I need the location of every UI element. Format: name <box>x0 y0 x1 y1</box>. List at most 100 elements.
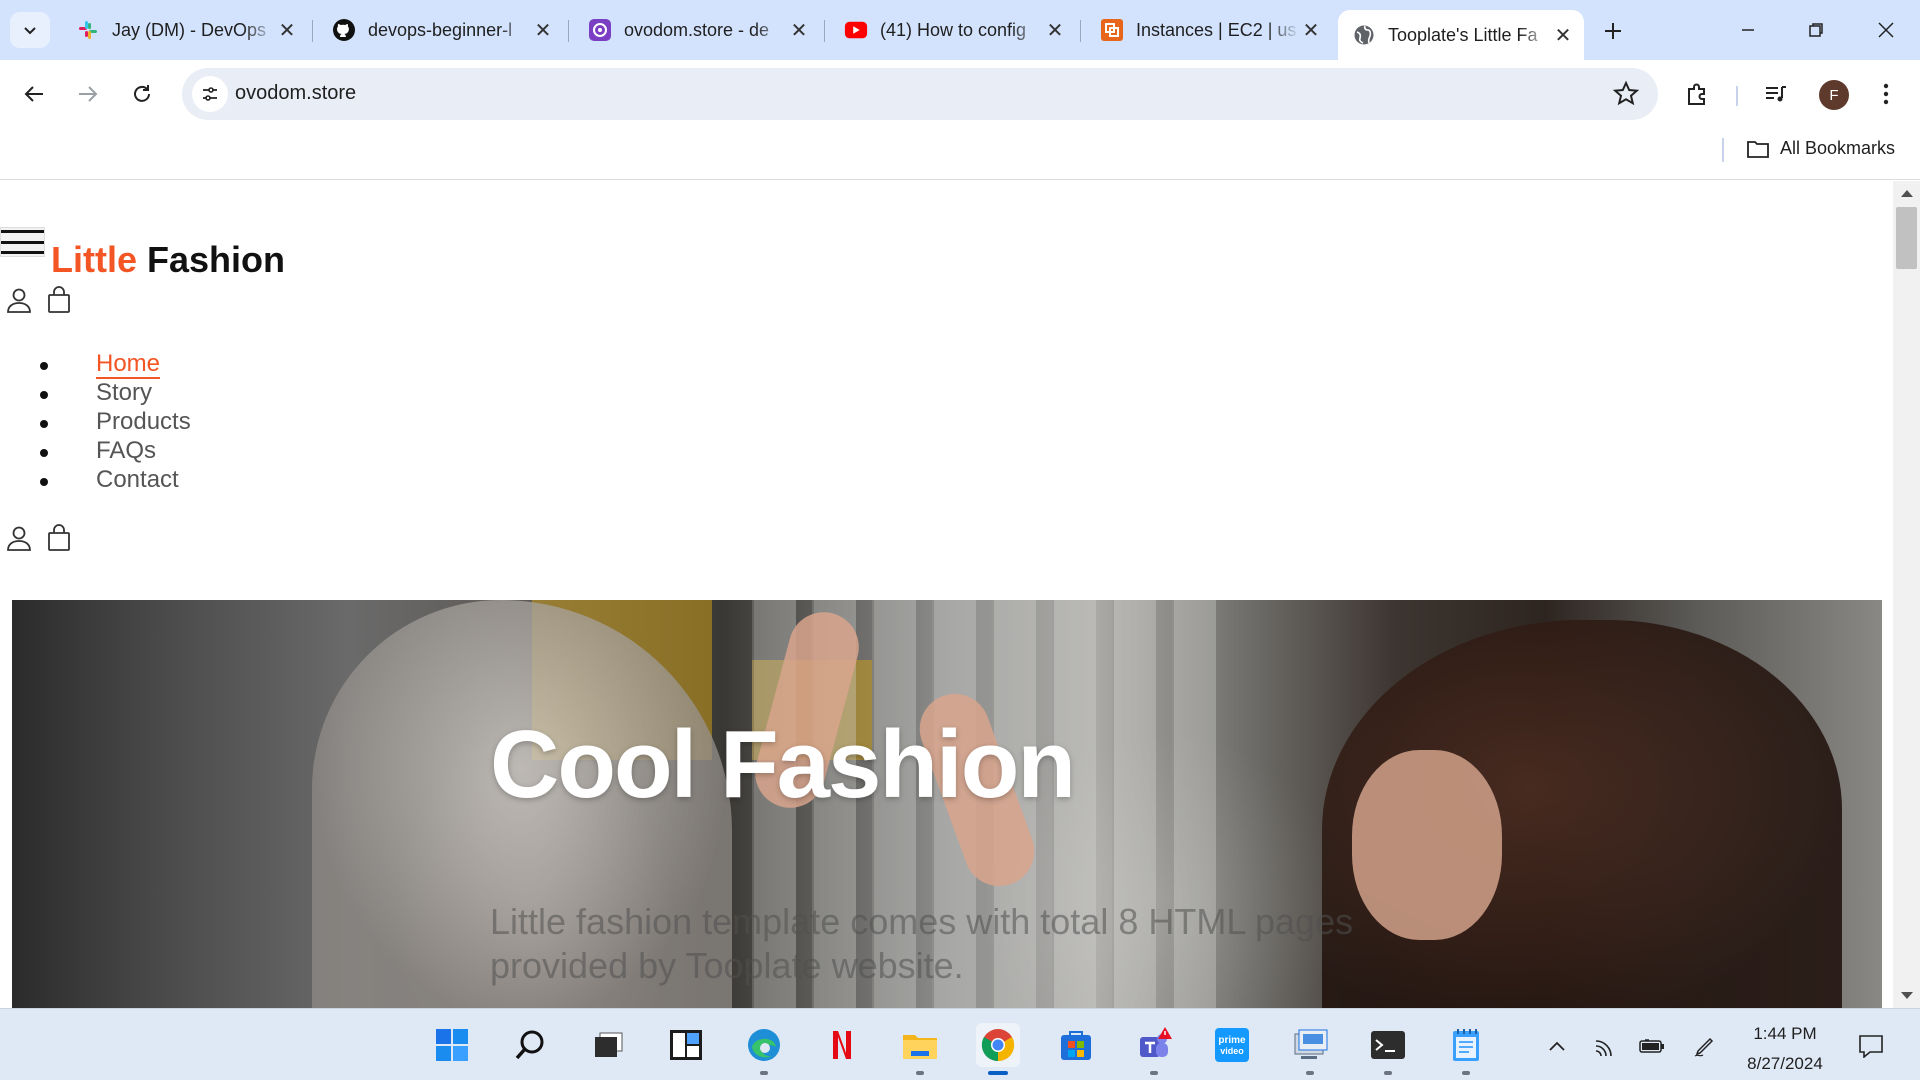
media-queue-icon <box>1766 86 1786 102</box>
profile-avatar[interactable]: F <box>1819 80 1849 110</box>
file-explorer-icon[interactable] <box>898 1023 942 1075</box>
tab-slack[interactable]: Jay (DM) - DevOps ✕ <box>62 10 308 50</box>
nav-link-products[interactable]: Products <box>96 408 191 435</box>
browser-toolbar: ovodom.store F <box>0 60 1920 128</box>
notifications-icon[interactable] <box>1856 1031 1886 1061</box>
close-window-button[interactable] <box>1856 10 1916 50</box>
svg-text:prime: prime <box>1218 1035 1246 1046</box>
tab-ovodom[interactable]: ovodom.store - de ✕ <box>574 10 820 50</box>
scroll-down-arrow[interactable] <box>1901 992 1913 999</box>
tab-strip: Jay (DM) - DevOps ✕ devops-beginner-l ✕ … <box>0 0 1920 60</box>
page-scrollbar[interactable] <box>1893 181 1920 1008</box>
back-button[interactable] <box>14 74 54 114</box>
tune-icon <box>203 87 217 101</box>
tab-title: Instances | EC2 | us <box>1136 19 1297 40</box>
main-nav-menu: Home Story Products FAQs Contact <box>40 349 191 494</box>
hero-section: Cool Fashion Little fashion template com… <box>12 600 1882 1008</box>
user-icon[interactable] <box>4 523 34 553</box>
windows-start-icon[interactable] <box>430 1023 474 1067</box>
hero-title: Cool Fashion <box>490 711 1076 818</box>
bookmark-star-icon[interactable] <box>1612 80 1640 108</box>
reload-icon <box>134 85 150 102</box>
running-indicator <box>1384 1071 1392 1075</box>
tab-youtube[interactable]: (41) How to config ✕ <box>830 10 1076 50</box>
brand-logo-link[interactable]: Little Fashion <box>51 239 285 281</box>
running-indicator <box>988 1071 1008 1075</box>
toolbar-divider <box>1736 86 1738 106</box>
widgets-icon[interactable] <box>664 1023 708 1067</box>
site-info-button[interactable] <box>192 76 228 112</box>
forward-button[interactable] <box>68 74 108 114</box>
close-icon[interactable]: ✕ <box>788 19 810 42</box>
running-indicator <box>1150 1071 1158 1075</box>
user-icon[interactable] <box>4 285 34 315</box>
folder-icon <box>1747 140 1769 158</box>
aws-icon <box>1100 18 1124 42</box>
clock-date: 8/27/2024 <box>1747 1054 1823 1073</box>
minimize-button[interactable] <box>1718 10 1778 50</box>
new-tab-button[interactable] <box>1596 14 1630 48</box>
chevron-up-icon[interactable] <box>1542 1031 1572 1061</box>
close-icon[interactable]: ✕ <box>1300 19 1322 42</box>
tab-aws-ec2[interactable]: Instances | EC2 | us ✕ <box>1086 10 1332 50</box>
github-icon <box>332 18 356 42</box>
nav-link-home[interactable]: Home <box>96 350 161 379</box>
plus-icon <box>1605 23 1621 39</box>
tab-title: devops-beginner-l <box>368 19 513 40</box>
tab-github[interactable]: devops-beginner-l ✕ <box>318 10 564 50</box>
close-icon[interactable]: ✕ <box>276 19 298 42</box>
task-view-icon[interactable] <box>586 1023 630 1067</box>
bookmarks-divider <box>1722 138 1724 162</box>
tab-title: Jay (DM) - DevOps <box>112 19 267 40</box>
globe-icon <box>1352 23 1376 47</box>
notepad-icon[interactable] <box>1444 1023 1488 1075</box>
nav-item-story: Story <box>40 378 191 407</box>
nav-link-faqs[interactable]: FAQs <box>96 437 156 464</box>
nav-link-story[interactable]: Story <box>96 379 152 406</box>
wifi-icon[interactable] <box>1590 1031 1620 1061</box>
scrollbar-thumb[interactable] <box>1896 207 1917 269</box>
system-clock[interactable]: 1:44 PM 8/27/2024 <box>1730 1019 1840 1079</box>
all-bookmarks-button[interactable]: All Bookmarks <box>1746 138 1895 159</box>
restore-button[interactable] <box>1786 10 1846 50</box>
running-indicator <box>916 1071 924 1075</box>
close-icon[interactable]: ✕ <box>532 19 554 42</box>
extensions-button[interactable] <box>1680 76 1716 112</box>
tab-search-button[interactable] <box>10 12 50 48</box>
navbar-toggler-button[interactable] <box>0 227 45 257</box>
youtube-icon <box>844 18 868 42</box>
prime-video-icon[interactable]: prime video <box>1210 1023 1254 1067</box>
remote-desktop-icon[interactable] <box>1288 1023 1332 1075</box>
close-icon[interactable]: ✕ <box>1552 24 1574 47</box>
chrome-icon[interactable] <box>976 1023 1020 1075</box>
address-bar[interactable]: ovodom.store <box>182 68 1658 120</box>
scroll-up-arrow[interactable] <box>1901 190 1913 197</box>
netflix-icon[interactable] <box>820 1023 864 1067</box>
windows-taskbar: prime video 1:44 PM 8/27/2024 <box>0 1008 1920 1080</box>
tab-divider <box>568 20 569 42</box>
teams-icon[interactable] <box>1132 1023 1176 1075</box>
terminal-icon[interactable] <box>1366 1023 1410 1075</box>
search-icon[interactable] <box>508 1023 552 1067</box>
extension-icon <box>588 18 612 42</box>
brand-accent: Little <box>51 239 137 280</box>
battery-icon[interactable] <box>1637 1031 1667 1061</box>
url-text[interactable]: ovodom.store <box>235 82 356 105</box>
shopping-bag-icon[interactable] <box>44 285 74 315</box>
brand-rest: Fashion <box>147 239 286 280</box>
svg-text:video: video <box>1220 1046 1244 1056</box>
edge-icon[interactable] <box>742 1023 786 1075</box>
shopping-bag-icon[interactable] <box>44 523 74 553</box>
slack-icon <box>76 18 100 42</box>
nav-link-contact[interactable]: Contact <box>96 466 179 493</box>
tab-tooplate-active[interactable]: Tooplate's Little Fa ✕ <box>1338 10 1584 60</box>
tab-title: ovodom.store - de <box>624 19 770 40</box>
header-icons-top <box>4 285 74 315</box>
browser-menu-button[interactable] <box>1868 76 1904 112</box>
close-icon[interactable]: ✕ <box>1044 19 1066 42</box>
store-icon[interactable] <box>1054 1023 1098 1067</box>
pen-icon[interactable] <box>1690 1031 1720 1061</box>
media-controls-button[interactable] <box>1758 76 1794 112</box>
reload-button[interactable] <box>122 74 162 114</box>
nav-item-contact: Contact <box>40 465 191 494</box>
